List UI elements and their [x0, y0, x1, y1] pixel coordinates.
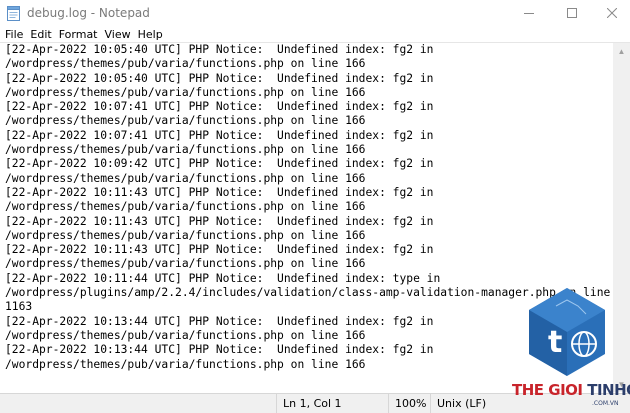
text-line: 1163: [5, 300, 33, 314]
line-ending: Unix (LF): [430, 394, 520, 413]
text-line: /wordpress/themes/pub/varia/functions.ph…: [5, 114, 366, 128]
text-line: [22-Apr-2022 10:09:42 UTC] PHP Notice: U…: [5, 157, 434, 171]
text-line: [22-Apr-2022 10:11:44 UTC] PHP Notice: U…: [5, 271, 441, 285]
close-button[interactable]: [592, 0, 630, 26]
watermark-domain: .COM.VN: [592, 400, 619, 407]
watermark-logo-icon: t: [526, 286, 608, 378]
scroll-up-icon[interactable]: ▲: [613, 43, 630, 60]
text-line: /wordpress/themes/pub/varia/functions.ph…: [5, 257, 366, 271]
text-line: [22-Apr-2022 10:11:43 UTC] PHP Notice: U…: [5, 243, 434, 257]
title-bar: debug.log - Notepad: [0, 0, 630, 26]
window-title: debug.log - Notepad: [27, 6, 150, 20]
text-line: /wordpress/themes/pub/varia/functions.ph…: [5, 143, 366, 157]
minimize-button[interactable]: [509, 0, 549, 26]
text-line: /wordpress/themes/pub/varia/functions.ph…: [5, 85, 366, 99]
text-line: [22-Apr-2022 10:07:41 UTC] PHP Notice: U…: [5, 100, 434, 114]
menu-help[interactable]: Help: [138, 28, 163, 41]
text-line: /wordpress/themes/pub/varia/functions.ph…: [5, 228, 366, 242]
svg-text:t: t: [548, 325, 562, 360]
text-line: [22-Apr-2022 10:07:41 UTC] PHP Notice: U…: [5, 128, 434, 142]
maximize-icon: [567, 8, 577, 18]
text-line: /wordpress/themes/pub/varia/functions.ph…: [5, 357, 366, 371]
watermark-brand: THE GIOI TINHOC: [512, 381, 630, 399]
menu-bar: File Edit Format View Help: [0, 26, 630, 42]
text-line: /wordpress/themes/pub/varia/functions.ph…: [5, 200, 366, 214]
text-line: /wordpress/themes/pub/varia/functions.ph…: [5, 57, 366, 71]
watermark-brand-red: THE GIOI: [512, 381, 583, 399]
cursor-position: Ln 1, Col 1: [276, 394, 388, 413]
menu-file[interactable]: File: [5, 28, 23, 41]
text-line: [22-Apr-2022 10:05:40 UTC] PHP Notice: U…: [5, 43, 434, 56]
close-icon: [607, 8, 617, 18]
text-line: /wordpress/themes/pub/varia/functions.ph…: [5, 171, 366, 185]
menu-view[interactable]: View: [105, 28, 131, 41]
text-line: [22-Apr-2022 10:13:44 UTC] PHP Notice: U…: [5, 343, 434, 357]
text-line: [22-Apr-2022 10:13:44 UTC] PHP Notice: U…: [5, 314, 434, 328]
notepad-icon: [7, 6, 20, 21]
text-line: /wordpress/themes/pub/varia/functions.ph…: [5, 328, 366, 342]
maximize-button[interactable]: [552, 0, 592, 26]
minimize-icon: [524, 8, 534, 18]
text-line: [22-Apr-2022 10:05:40 UTC] PHP Notice: U…: [5, 71, 434, 85]
text-line: [22-Apr-2022 10:11:43 UTC] PHP Notice: U…: [5, 214, 434, 228]
menu-edit[interactable]: Edit: [30, 28, 51, 41]
text-line: [22-Apr-2022 10:11:43 UTC] PHP Notice: U…: [5, 185, 434, 199]
menu-format[interactable]: Format: [59, 28, 98, 41]
vertical-scrollbar[interactable]: ▲ ▼: [613, 43, 630, 392]
watermark-brand-dark: TINHOC: [587, 381, 630, 399]
text-line: /wordpress/plugins/amp/2.2.4/includes/va…: [5, 286, 611, 300]
editor-text: [22-Apr-2022 10:05:40 UTC] PHP Notice: U…: [5, 43, 610, 372]
zoom-level: 100%: [388, 394, 430, 413]
